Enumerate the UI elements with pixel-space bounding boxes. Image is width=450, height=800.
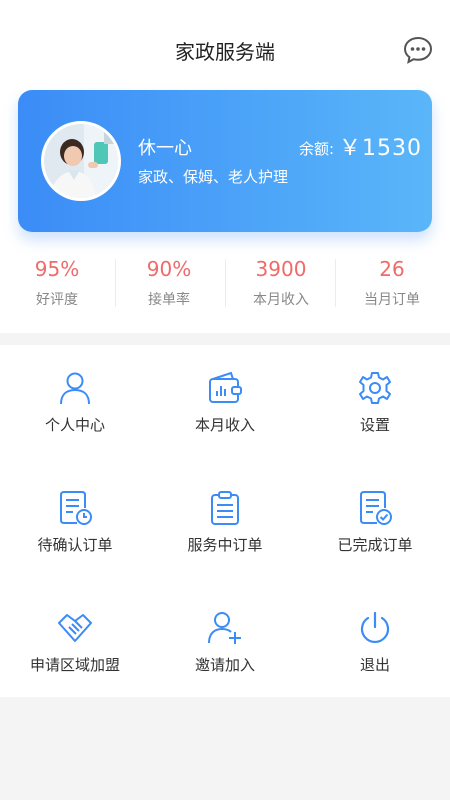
- chat-bubble-icon[interactable]: [402, 34, 434, 66]
- menu-personal-center[interactable]: 个人中心: [0, 365, 150, 483]
- balance-label: 余额:: [299, 140, 335, 158]
- stat-label: 好评度: [36, 292, 78, 308]
- document-clock-icon: [60, 491, 92, 525]
- stat-value: 26: [379, 257, 405, 281]
- stat-value: 95%: [34, 257, 80, 281]
- profile-card[interactable]: 休一心 家政、保姆、老人护理 余额: ￥1530: [18, 90, 432, 232]
- stat-accept-rate[interactable]: 90% 接单率: [113, 255, 225, 315]
- stat-monthly-orders[interactable]: 26 当月订单: [336, 255, 448, 315]
- stat-rating[interactable]: 95% 好评度: [1, 255, 113, 315]
- handshake-icon: [58, 614, 92, 642]
- user-icon: [60, 372, 90, 405]
- user-add-icon: [208, 612, 241, 644]
- app-header: 家政服务端: [0, 0, 450, 90]
- document-check-icon: [360, 491, 392, 525]
- menu-grid: 个人中心 本月收入 设置 待确认订单 服务中订单 已完成订单 申请区域加盟 邀请…: [0, 345, 450, 697]
- stat-value: 3900: [255, 257, 307, 281]
- avatar-photo: [44, 124, 118, 198]
- menu-label: 邀请加入: [194, 656, 255, 674]
- stat-label: 本月收入: [253, 292, 309, 308]
- page-title: 家政服务端: [175, 40, 275, 64]
- power-icon: [360, 611, 390, 643]
- wallet-chart-icon: [209, 371, 242, 403]
- menu-regional-franchise[interactable]: 申请区域加盟: [0, 605, 150, 723]
- avatar[interactable]: [41, 121, 121, 201]
- menu-completed-orders[interactable]: 已完成订单: [300, 485, 450, 603]
- menu-settings[interactable]: 设置: [300, 365, 450, 483]
- balance-amount: ￥1530: [339, 136, 422, 161]
- clipboard-list-icon: [211, 491, 239, 525]
- stats-row: 95% 好评度 90% 接单率 3900 本月收入 26 当月订单: [0, 255, 450, 315]
- menu-label: 个人中心: [44, 416, 105, 434]
- menu-label: 退出: [359, 656, 390, 674]
- menu-label: 已完成订单: [337, 536, 413, 554]
- menu-in-service-orders[interactable]: 服务中订单: [150, 485, 300, 603]
- menu-invite[interactable]: 邀请加入: [150, 605, 300, 723]
- menu-pending-orders[interactable]: 待确认订单: [0, 485, 150, 603]
- gear-icon: [359, 372, 391, 404]
- menu-monthly-income[interactable]: 本月收入: [150, 365, 300, 483]
- stat-label: 当月订单: [364, 292, 420, 308]
- menu-logout[interactable]: 退出: [300, 605, 450, 723]
- stat-value: 90%: [146, 257, 192, 281]
- menu-label: 本月收入: [194, 416, 255, 434]
- menu-label: 申请区域加盟: [29, 656, 120, 674]
- menu-label: 待确认订单: [37, 536, 113, 554]
- user-name: 休一心: [138, 138, 192, 159]
- service-types: 家政、保姆、老人护理: [138, 168, 289, 186]
- menu-label: 设置: [359, 416, 390, 434]
- stat-monthly-income[interactable]: 3900 本月收入: [225, 255, 337, 315]
- stat-label: 接单率: [148, 292, 190, 308]
- menu-label: 服务中订单: [187, 536, 263, 554]
